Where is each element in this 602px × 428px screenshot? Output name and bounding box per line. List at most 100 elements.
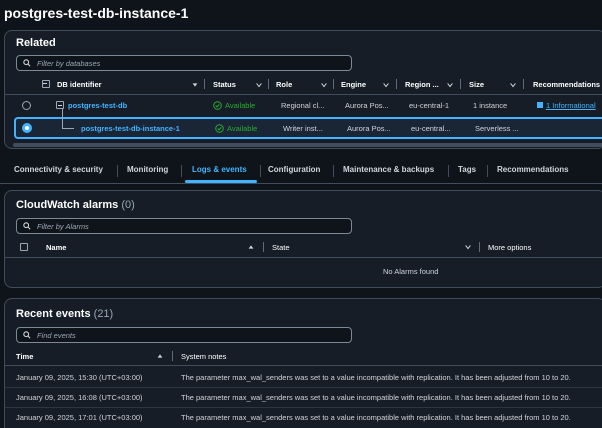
status-text: Available [225,101,256,110]
tab-logs-events[interactable]: Logs & events [192,165,247,174]
related-panel: Related DB identifier Status Role Engine… [4,30,602,149]
tree-connector [62,128,74,129]
active-tab-indicator [185,180,257,183]
recent-events-panel: Recent events (21) Time System notes Jan… [4,298,602,428]
expand-collapse-icon[interactable] [56,101,64,109]
events-title: Recent events (21) [16,308,113,320]
tab-maintenance-backups[interactable]: Maintenance & backups [343,165,434,174]
col-db-identifier[interactable]: DB identifier [57,80,102,89]
tab-divider [181,165,182,177]
region-text: eu-central-1 [409,101,450,110]
search-icon [23,222,31,230]
horizontal-scrollbar[interactable] [13,143,602,147]
event-note: The parameter max_wal_senders was set to… [181,413,571,422]
row-radio-selected[interactable] [22,123,32,133]
db-identifier-link[interactable]: postgres-test-db [68,101,127,110]
empty-state-text: No Alarms found [383,267,439,276]
status-text: Available [227,124,258,133]
info-square-icon [537,102,543,108]
events-search-input[interactable] [37,330,337,340]
search-icon [23,59,31,67]
engine-text: Aurora Pos... [345,101,389,110]
check-circle-icon [215,124,224,133]
column-divider[interactable] [204,79,205,89]
events-title-text: Recent events [16,308,91,320]
tree-connector [62,109,63,128]
tab-connectivity-security[interactable]: Connectivity & security [14,165,103,174]
recommendation-link[interactable]: 1 Informational [546,101,596,110]
related-search-input[interactable] [37,58,337,68]
event-time: January 09, 2025, 16:08 (UTC+03:00) [16,393,143,402]
filter-caret-icon[interactable] [446,81,454,89]
event-row: January 09, 2025, 16:08 (UTC+03:00) The … [5,388,602,408]
detail-tabs: Connectivity & security Monitoring Logs … [0,157,602,184]
column-divider[interactable] [523,79,524,89]
role-text: Regional cl... [281,101,325,110]
col-size[interactable]: Size [469,80,484,89]
column-divider[interactable] [460,79,461,89]
col-role[interactable]: Role [276,80,292,89]
events-search[interactable] [16,327,352,343]
tab-divider [448,165,449,177]
table-row-selected[interactable]: postgres-test-db-instance-1 Available Wr… [14,109,602,139]
sort-up-icon[interactable] [247,243,255,251]
tab-recommendations[interactable]: Recommendations [497,165,569,174]
event-note: The parameter max_wal_senders was set to… [181,393,571,402]
tab-divider [260,165,261,177]
search-icon [23,331,31,339]
sort-down-icon[interactable] [191,81,199,89]
tab-monitoring[interactable]: Monitoring [127,165,168,174]
header-divider [5,257,602,258]
filter-caret-icon[interactable] [509,81,517,89]
related-title: Related [16,37,56,49]
size-text: 1 instance [473,101,508,110]
collapse-all-icon[interactable] [42,80,50,88]
tab-tags[interactable]: Tags [458,165,476,174]
column-divider[interactable] [172,351,173,361]
related-search[interactable] [16,55,352,71]
event-row: January 09, 2025, 17:01 (UTC+03:00) The … [5,408,602,428]
col-recommendations[interactable]: Recommendations [533,80,600,89]
sort-up-icon[interactable] [156,352,164,360]
alarms-title: CloudWatch alarms (0) [16,199,135,211]
alarms-search[interactable] [16,218,352,234]
event-time: January 09, 2025, 17:01 (UTC+03:00) [16,413,143,422]
col-state[interactable]: State [272,243,290,252]
header-divider [5,365,602,366]
tab-configuration[interactable]: Configuration [268,165,320,174]
column-divider[interactable] [263,242,264,252]
col-name[interactable]: Name [46,243,66,252]
table-row[interactable]: postgres-test-db Available Regional cl..… [5,95,602,117]
region-text: eu-central... [411,124,451,133]
col-more-options[interactable]: More options [488,243,531,252]
alarms-search-input[interactable] [37,221,337,231]
column-divider[interactable] [333,79,334,89]
event-time: January 09, 2025, 15:30 (UTC+03:00) [16,373,143,382]
engine-text: Aurora Pos... [347,124,391,133]
row-radio[interactable] [22,101,31,110]
column-divider[interactable] [268,79,269,89]
tab-divider [487,165,488,177]
filter-caret-icon[interactable] [382,81,390,89]
col-status[interactable]: Status [213,80,236,89]
col-system-notes[interactable]: System notes [181,352,226,361]
col-region[interactable]: Region ... [405,80,439,89]
column-divider[interactable] [479,242,480,252]
filter-caret-icon[interactable] [320,81,328,89]
filter-caret-icon[interactable] [464,243,472,251]
tab-divider [117,165,118,177]
col-time[interactable]: Time [16,352,33,361]
role-text: Writer inst... [283,124,323,133]
alarms-title-text: CloudWatch alarms [16,199,119,211]
column-divider[interactable] [396,79,397,89]
events-count: (21) [93,308,114,320]
db-identifier-link[interactable]: postgres-test-db-instance-1 [81,124,180,133]
tab-divider [333,165,334,177]
cloudwatch-alarms-panel: CloudWatch alarms (0) Name State More op… [4,190,602,288]
page-title: postgres-test-db-instance-1 [4,5,189,21]
check-circle-icon [213,101,222,110]
col-engine[interactable]: Engine [341,80,366,89]
alarms-select-all-checkbox[interactable] [20,243,28,251]
size-text: Serverless ... [475,124,519,133]
filter-caret-icon[interactable] [255,81,263,89]
